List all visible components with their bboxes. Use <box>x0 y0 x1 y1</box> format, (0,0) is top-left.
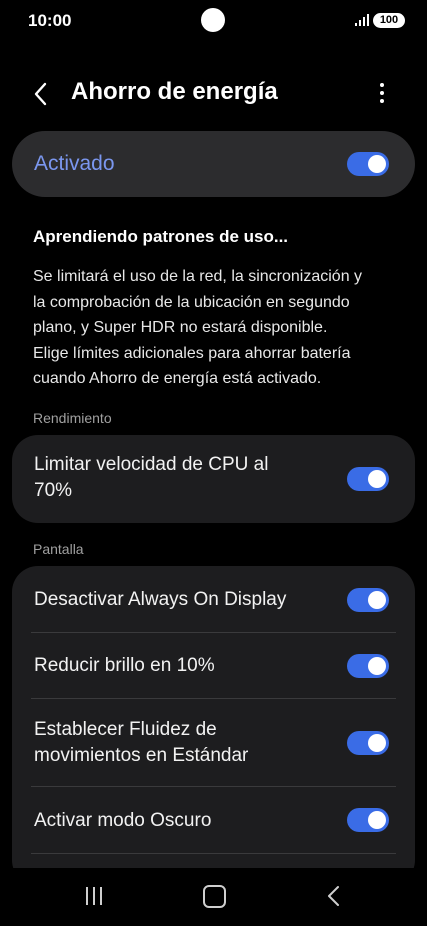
screen: 10:00 100 Ahorro de energía Activado Apr… <box>0 0 427 926</box>
page-title: Ahorro de energía <box>71 78 278 105</box>
section-label-display: Pantalla <box>33 541 84 557</box>
recent-apps-icon[interactable] <box>84 886 104 906</box>
setting-brightness-label[interactable]: Reducir brillo en 10% <box>34 653 215 679</box>
description-line: Se limitará el uso de la red, la sincron… <box>33 268 363 285</box>
label-line: Limitar velocidad de CPU al <box>34 454 269 475</box>
setting-dark-mode-label[interactable]: Activar modo Oscuro <box>34 808 211 834</box>
description-line: Elige límites adicionales para ahorrar b… <box>33 344 351 362</box>
battery-icon: 100 <box>373 13 405 28</box>
toggle-brightness[interactable] <box>347 654 389 678</box>
display-card: Desactivar Always On Display Reducir bri… <box>12 566 415 886</box>
status-time: 10:00 <box>28 11 72 30</box>
camera-cutout-icon <box>201 8 225 32</box>
learning-description: Se limitará el uso de la red, la sincron… <box>33 264 393 392</box>
setting-limit-cpu-label[interactable]: Limitar velocidad de CPU al 70% <box>34 452 268 504</box>
label-line: 70% <box>34 480 73 501</box>
label-line: movimientos en Estándar <box>34 745 249 766</box>
master-toggle[interactable] <box>347 152 389 176</box>
description-line: cuando Ahorro de energía está activado. <box>33 370 322 387</box>
more-vertical-icon[interactable] <box>372 80 392 108</box>
divider <box>31 632 396 633</box>
learning-title: Aprendiendo patrones de uso... <box>33 227 289 246</box>
description-line: la comprobación de la ubicación en segun… <box>33 293 350 311</box>
divider <box>31 698 396 699</box>
label-line: Establecer Fluidez de <box>34 719 217 740</box>
description-line: plano, y Super HDR no estará disponible. <box>33 319 328 336</box>
performance-card: Limitar velocidad de CPU al 70% <box>12 435 415 523</box>
toggle-aod[interactable] <box>347 588 389 612</box>
divider <box>31 786 396 787</box>
master-switch-card[interactable]: Activado <box>12 131 415 197</box>
toggle-limit-cpu[interactable] <box>347 467 389 491</box>
divider <box>31 853 396 854</box>
toggle-dark-mode[interactable] <box>347 808 389 832</box>
setting-motion-smoothness-label[interactable]: Establecer Fluidez de movimientos en Est… <box>34 717 248 769</box>
back-icon[interactable] <box>324 885 344 907</box>
setting-aod-label[interactable]: Desactivar Always On Display <box>34 587 286 613</box>
chevron-left-icon[interactable] <box>28 80 54 108</box>
phone-frame: 10:00 100 Ahorro de energía Activado Apr… <box>0 0 427 926</box>
section-label-performance: Rendimiento <box>33 410 112 426</box>
master-switch-label: Activado <box>34 152 115 175</box>
home-icon[interactable] <box>203 885 226 908</box>
navigation-bar <box>0 868 427 926</box>
toggle-motion-smoothness[interactable] <box>347 731 389 755</box>
signal-icon <box>355 14 369 26</box>
